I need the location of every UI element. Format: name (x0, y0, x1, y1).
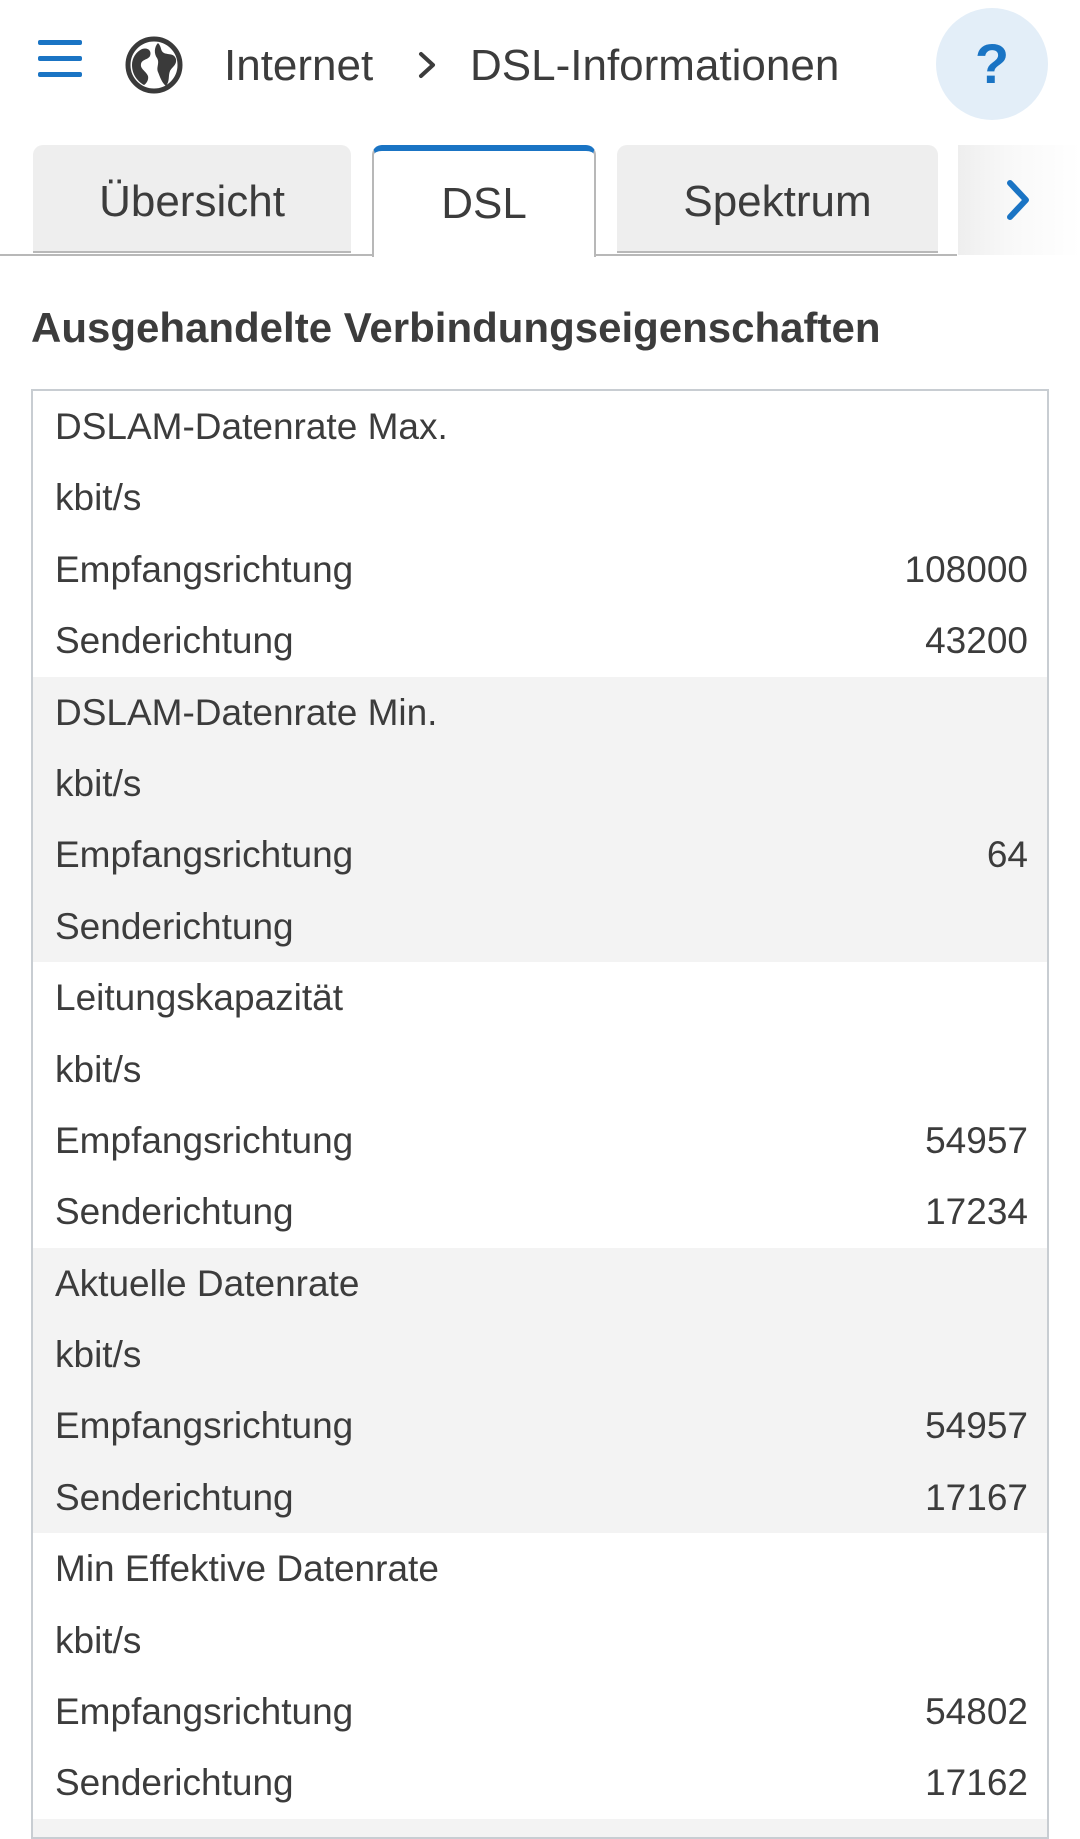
row-value: 17167 (925, 1476, 1028, 1518)
unit-row: kbit/s (33, 1319, 1047, 1390)
row-value: 17162 (925, 1762, 1028, 1804)
group-dslam-max: DSLAM-Datenrate Max. kbit/s Empfangsrich… (33, 391, 1047, 677)
table-row: Empfangsrichtung 54957 (33, 1105, 1047, 1176)
table-row: Senderichtung 43200 (33, 605, 1047, 676)
table-row: Senderichtung 17167 (33, 1462, 1047, 1533)
row-label: Senderichtung (55, 1191, 294, 1233)
table-row: Empfangsrichtung 64 (33, 819, 1047, 890)
row-value: 108000 (904, 548, 1028, 590)
group-title-row: Min Effektive Datenrate (33, 1533, 1047, 1604)
tab-uebersicht[interactable]: Übersicht (33, 145, 351, 253)
row-label: Senderichtung (55, 1762, 294, 1804)
row-value: 54957 (925, 1119, 1028, 1161)
unit-row: kbit/s (33, 1605, 1047, 1676)
unit-label: kbit/s (55, 762, 142, 804)
top-bar: Internet DSL-Informationen ? (0, 0, 1080, 135)
group-title-row: Aktuelle Datenrate (33, 1248, 1047, 1319)
group-current-rate: Aktuelle Datenrate kbit/s Empfangsrichtu… (33, 1247, 1047, 1534)
unit-label: kbit/s (55, 1048, 142, 1090)
breadcrumb-parent[interactable]: Internet (224, 36, 373, 96)
table-row: Senderichtung 17234 (33, 1176, 1047, 1247)
row-label: Empfangsrichtung (55, 1691, 354, 1733)
table-row: Senderichtung 17162 (33, 1747, 1047, 1818)
row-value: 54957 (925, 1405, 1028, 1447)
unit-row: kbit/s (33, 462, 1047, 533)
row-value: 43200 (925, 620, 1028, 662)
help-button[interactable]: ? (936, 8, 1048, 120)
unit-label: kbit/s (55, 477, 142, 519)
connection-properties-table: DSLAM-Datenrate Max. kbit/s Empfangsrich… (31, 389, 1049, 1839)
row-value: 17234 (925, 1191, 1028, 1233)
hamburger-menu-icon[interactable] (34, 38, 84, 82)
unit-label: kbit/s (55, 1619, 142, 1661)
group-next-partial (33, 1818, 1047, 1837)
row-label: Senderichtung (55, 905, 294, 947)
group-title: Leitungskapazität (55, 977, 343, 1019)
unit-label: kbit/s (55, 1334, 142, 1376)
table-row: Empfangsrichtung 54957 (33, 1390, 1047, 1461)
unit-row: kbit/s (33, 1034, 1047, 1105)
group-min-effective-rate: Min Effektive Datenrate kbit/s Empfangsr… (33, 1533, 1047, 1819)
section-title: Ausgehandelte Verbindungseigenschaften (31, 304, 881, 351)
row-label: Empfangsrichtung (55, 548, 354, 590)
row-label: Empfangsrichtung (55, 1119, 354, 1161)
globe-icon (125, 36, 183, 94)
tab-spektrum[interactable]: Spektrum (617, 145, 938, 253)
group-title: Aktuelle Datenrate (55, 1262, 360, 1304)
breadcrumb-current: DSL-Informationen (470, 41, 840, 90)
row-label: Senderichtung (55, 1476, 294, 1518)
chevron-right-icon (419, 52, 435, 78)
chevron-right-icon (1007, 180, 1029, 220)
row-label: Senderichtung (55, 620, 294, 662)
table-row: Senderichtung (33, 891, 1047, 962)
row-label: Empfangsrichtung (55, 1405, 354, 1447)
group-title: DSLAM-Datenrate Min. (55, 691, 438, 733)
group-title-row: DSLAM-Datenrate Max. (33, 391, 1047, 462)
tab-dsl[interactable]: DSL (372, 145, 596, 257)
table-row: Empfangsrichtung 108000 (33, 534, 1047, 605)
row-value: 54802 (925, 1691, 1028, 1733)
row-value: 64 (986, 834, 1028, 876)
group-dslam-min: DSLAM-Datenrate Min. kbit/s Empfangsrich… (33, 676, 1047, 963)
row-label: Empfangsrichtung (55, 834, 354, 876)
group-title-row: Leitungskapazität (33, 962, 1047, 1033)
tabs-scroll-right-button[interactable] (958, 145, 1080, 255)
group-title-row: DSLAM-Datenrate Min. (33, 677, 1047, 748)
table-row: Empfangsrichtung 54802 (33, 1676, 1047, 1747)
group-title: Min Effektive Datenrate (55, 1548, 439, 1590)
group-line-capacity: Leitungskapazität kbit/s Empfangsrichtun… (33, 962, 1047, 1248)
tab-bar: Übersicht DSL Spektrum (0, 145, 1080, 257)
unit-row: kbit/s (33, 748, 1047, 819)
group-title: DSLAM-Datenrate Max. (55, 406, 448, 447)
